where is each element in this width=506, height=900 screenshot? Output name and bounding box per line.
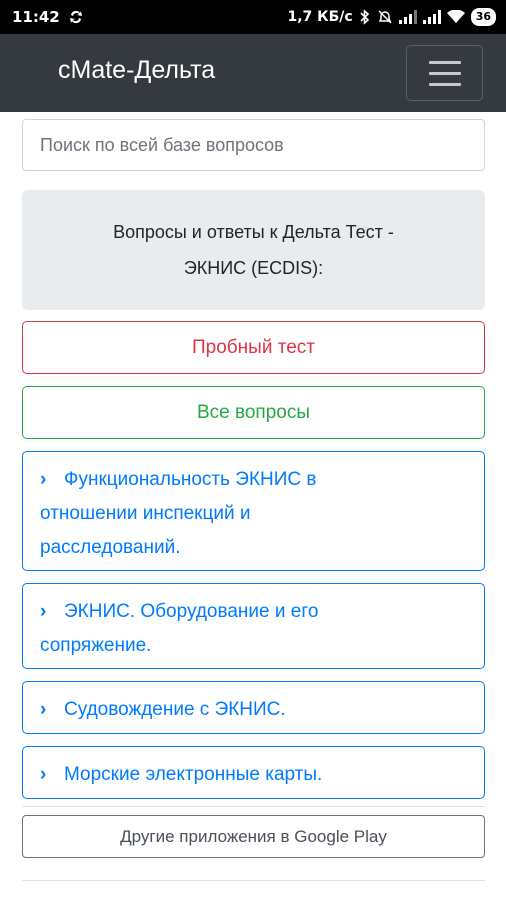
- bluetooth-icon: [359, 9, 371, 25]
- topic-button-charts[interactable]: › Морские электронные карты.: [22, 746, 485, 799]
- signal-icon-1: [398, 10, 417, 24]
- mute-icon: [377, 9, 393, 25]
- chevron-right-icon: ›: [40, 764, 47, 785]
- trial-test-label: Пробный тест: [192, 336, 315, 358]
- chevron-right-icon: ›: [40, 601, 47, 622]
- topic-button-equipment[interactable]: › ЭКНИС. Оборудование и его сопряжение.: [22, 583, 485, 669]
- divider: [22, 880, 485, 881]
- app-brand[interactable]: cMate-Дельта: [58, 56, 215, 85]
- topic-label-line: отношении инспекций и: [40, 503, 251, 524]
- chevron-right-icon: ›: [40, 469, 47, 490]
- topic-button-navigation[interactable]: › Судовождение с ЭКНИС.: [22, 681, 485, 734]
- chevron-right-icon: ›: [40, 699, 47, 720]
- topic-label-line: сопряжение.: [40, 635, 152, 656]
- status-bar: 11:42 1,7 КБ/с 36: [0, 0, 506, 34]
- signal-icon-2: [422, 10, 441, 24]
- intro-panel: Вопросы и ответы к Дельта Тест - ЭКНИС (…: [22, 190, 485, 310]
- status-time: 11:42: [12, 8, 60, 26]
- navbar: cMate-Дельта: [0, 34, 506, 112]
- other-apps-label: Другие приложения в Google Play: [120, 826, 387, 846]
- all-questions-button[interactable]: Все вопросы: [22, 386, 485, 439]
- topic-label-line: Морские электронные карты.: [64, 764, 323, 785]
- trial-test-button[interactable]: Пробный тест: [22, 321, 485, 374]
- search-input[interactable]: [22, 119, 485, 171]
- intro-line-1: Вопросы и ответы к Дельта Тест -: [113, 222, 394, 242]
- all-questions-label: Все вопросы: [196, 401, 311, 423]
- topic-label-line: Функциональность ЭКНИС в: [64, 469, 317, 490]
- network-speed: 1,7 КБ/с: [287, 9, 353, 25]
- intro-line-2: ЭКНИС (ECDIS):: [183, 258, 324, 278]
- divider: [22, 806, 485, 807]
- topic-label-line: Судовождение с ЭКНИС.: [64, 699, 286, 720]
- sync-icon: [68, 9, 84, 25]
- topic-label-line: расследований.: [40, 537, 181, 558]
- topic-button-inspections[interactable]: › Функциональность ЭКНИС в отношении инсп…: [22, 451, 485, 571]
- other-apps-button[interactable]: Другие приложения в Google Play: [22, 815, 485, 858]
- wifi-icon: [446, 10, 465, 24]
- topic-label-line: ЭКНИС. Оборудование и его: [64, 601, 319, 622]
- battery-indicator: 36: [470, 8, 496, 26]
- hamburger-menu-icon[interactable]: [406, 45, 483, 101]
